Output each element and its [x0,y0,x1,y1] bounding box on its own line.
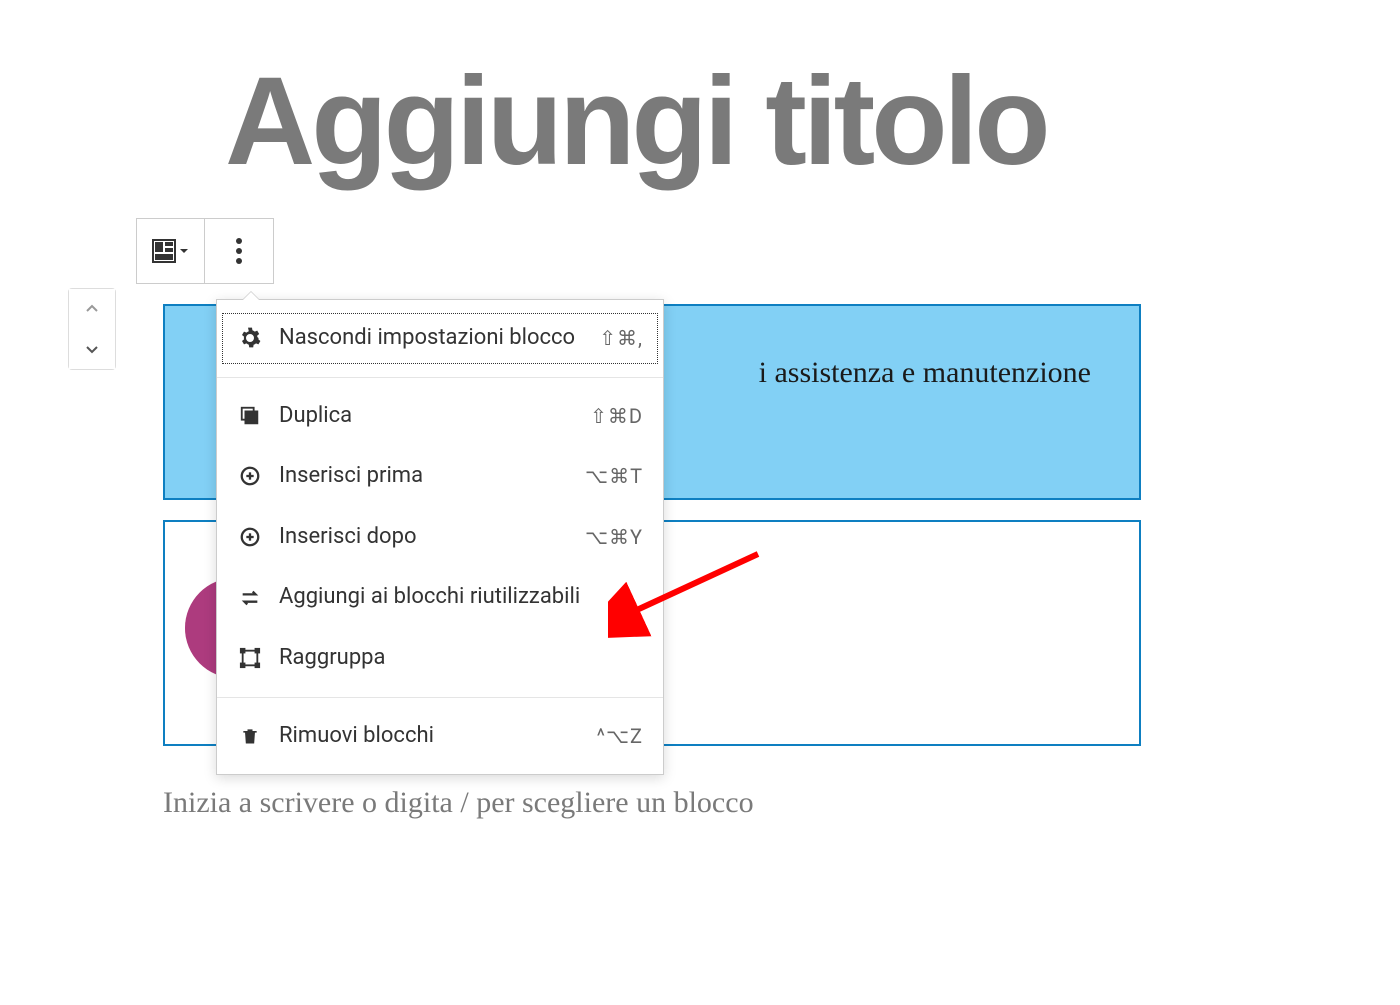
plus-circle-icon [237,463,263,489]
menu-label: Inserisci dopo [279,523,585,552]
chevron-down-icon [179,246,189,256]
menu-shortcut: ⇧⌘, [599,326,643,350]
move-up-button[interactable] [69,289,115,329]
menu-item-duplicate[interactable]: Duplica ⇧⌘D [217,386,663,447]
chevron-down-icon [84,341,100,357]
move-down-button[interactable] [69,329,115,369]
more-vertical-icon [236,238,242,264]
menu-item-remove[interactable]: Rimuovi blocchi ^⌥Z [217,706,663,767]
menu-label: Rimuovi blocchi [279,722,597,751]
post-title-placeholder[interactable]: Aggiungi titolo [225,50,1047,193]
menu-item-insert-after[interactable]: Inserisci dopo ⌥⌘Y [217,507,663,568]
menu-label: Nascondi impostazioni blocco [279,324,599,353]
more-options-button[interactable] [205,219,273,283]
menu-shortcut: ⇧⌘D [590,404,643,428]
menu-shortcut: ⌥⌘T [585,464,643,488]
menu-item-add-reusable[interactable]: Aggiungi ai blocchi riutilizzabili [217,567,663,628]
group-box-icon [237,645,263,671]
menu-item-group[interactable]: Raggruppa [217,628,663,689]
menu-label: Aggiungi ai blocchi riutilizzabili [279,583,643,612]
trash-icon [237,723,263,749]
gear-icon [237,325,263,351]
chevron-up-icon [84,301,100,317]
menu-label: Inserisci prima [279,462,585,491]
plus-circle-icon [237,524,263,550]
block-move-controls [68,288,116,370]
loop-icon [237,585,263,611]
menu-shortcut: ⌥⌘Y [585,525,643,549]
menu-label: Duplica [279,402,590,431]
menu-shortcut: ^⌥Z [597,724,643,748]
block-type-button[interactable] [137,219,205,283]
block-partial-text: i assistenza e manutenzione [759,356,1091,390]
copy-icon [237,403,263,429]
layout-icon [152,239,189,263]
block-toolbar [136,218,274,284]
block-context-menu: Nascondi impostazioni blocco ⇧⌘, Duplica… [216,299,664,775]
body-placeholder[interactable]: Inizia a scrivere o digita / per sceglie… [163,786,754,820]
menu-item-hide-settings[interactable]: Nascondi impostazioni blocco ⇧⌘, [217,308,663,369]
menu-item-insert-before[interactable]: Inserisci prima ⌥⌘T [217,446,663,507]
menu-label: Raggruppa [279,644,643,673]
